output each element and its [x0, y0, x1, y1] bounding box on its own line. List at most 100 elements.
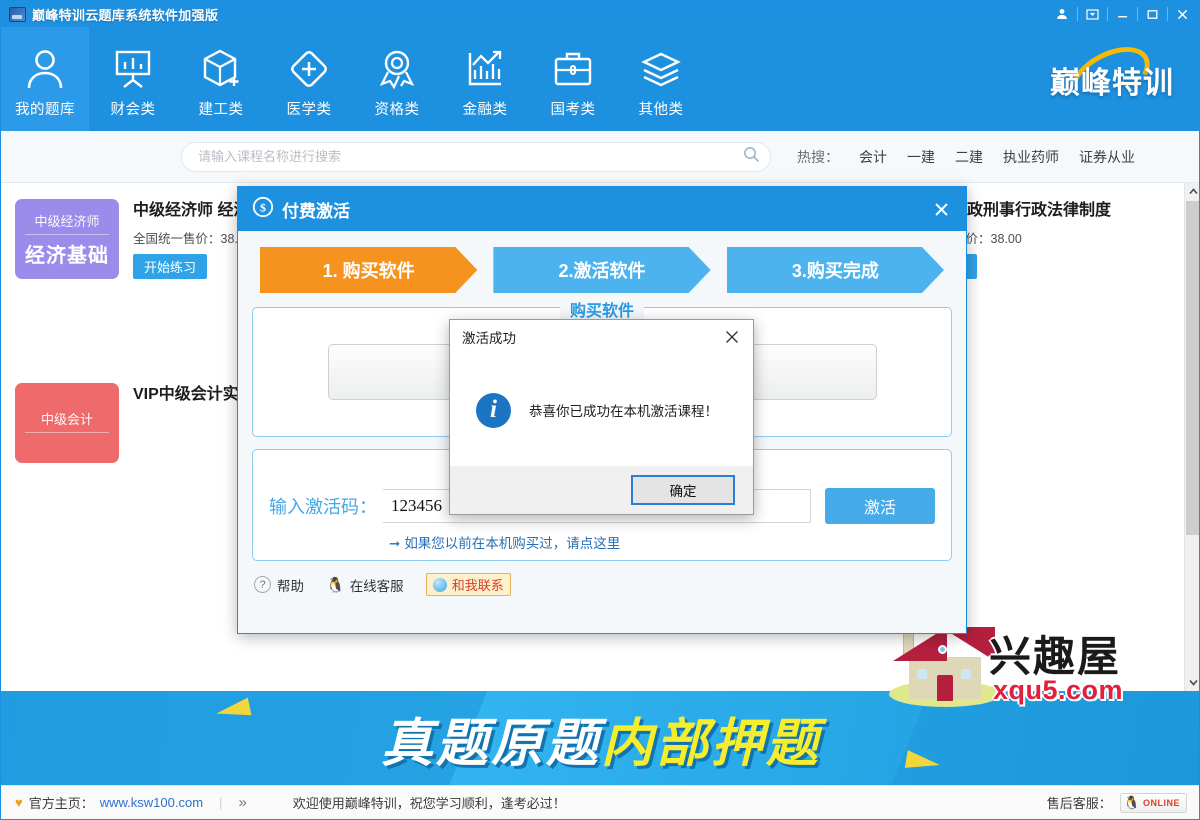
alert-title: 激活成功 [462, 331, 516, 346]
application-window: 巅峰特训云题库系统软件加强版 我的题库 财会类 建工类 医学类 资格类 金融类 … [0, 0, 1200, 820]
cube-plus-icon [198, 43, 244, 95]
vertical-scrollbar[interactable] [1184, 183, 1199, 691]
brand-text: 巅峰特训 [1050, 67, 1174, 100]
search-icon[interactable] [743, 146, 760, 168]
support-area: 售后客服： 🐧 ONLINE [1046, 792, 1187, 813]
course-thumbnail: 中级会计 [15, 383, 119, 463]
nav-item-accounting[interactable]: 财会类 [89, 27, 177, 131]
hot-search: 热搜： 会计 一建 二建 执业药师 证券从业 [797, 147, 1135, 167]
maximize-icon[interactable] [1137, 3, 1167, 25]
nav-item-medical[interactable]: 医学类 [265, 27, 353, 131]
nav-item-my-library[interactable]: 我的题库 [1, 27, 89, 131]
search-input[interactable] [198, 149, 743, 164]
app-logo-icon [9, 6, 26, 22]
search-box[interactable] [181, 141, 771, 172]
skin-icon[interactable] [1077, 3, 1107, 25]
hot-tag-3[interactable]: 执业药师 [1003, 147, 1059, 167]
main-navigation: 我的题库 财会类 建工类 医学类 资格类 金融类 国考类 其他类 巅峰特训 [1, 27, 1199, 131]
scrollbar-thumb[interactable] [1186, 201, 1199, 535]
nav-label: 我的题库 [15, 102, 75, 118]
step-1-purchase[interactable]: 1. 购买软件 [260, 247, 477, 293]
activation-code-label: 输入激活码： [269, 497, 377, 517]
chevron-up-icon[interactable] [1185, 183, 1199, 200]
alert-message: 恭喜你已成功在本机激活课程！ [529, 404, 718, 419]
help-button[interactable]: ? 帮助 [254, 575, 304, 595]
diamond-plus-icon [286, 43, 332, 95]
step-2-activate[interactable]: 2.激活软件 [493, 247, 710, 293]
dialog-title: 付费激活 [282, 201, 350, 221]
qq-penguin-icon: 🐧 [326, 576, 345, 594]
hot-tag-4[interactable]: 证券从业 [1079, 147, 1135, 167]
activate-button[interactable]: 激活 [825, 488, 935, 524]
nav-label: 国考类 [550, 102, 596, 118]
window-title: 巅峰特训云题库系统软件加强版 [32, 7, 219, 23]
ok-button[interactable]: 确定 [631, 475, 735, 505]
contact-me-badge[interactable]: 和我联系 [425, 573, 511, 596]
alert-footer: 确定 [450, 466, 753, 514]
person-icon [22, 43, 68, 95]
briefcase-icon [550, 43, 596, 95]
start-practice-button[interactable]: 开始练习 [133, 254, 207, 279]
question-circle-icon: ? [254, 576, 271, 593]
arrow-right-icon: ➞ [389, 536, 401, 551]
hot-tag-1[interactable]: 一建 [907, 147, 935, 167]
banner-text-white: 真题原题 [380, 714, 601, 773]
support-label: 售后客服： [1046, 796, 1112, 811]
search-bar-row: 热搜： 会计 一建 二建 执业药师 证券从业 [1, 131, 1199, 183]
course-tag-main: 经济基础 [25, 244, 109, 267]
support-badge-text: ONLINE [1142, 797, 1180, 808]
nav-label: 资格类 [374, 102, 420, 118]
course-tag-top: 中级经济师 [34, 213, 100, 229]
home-label: 官方主页： [28, 796, 94, 811]
title-bar: 巅峰特训云题库系统软件加强版 [1, 1, 1199, 27]
watermark-site: xqu5.com [993, 675, 1124, 705]
home-url-link[interactable]: www.ksw100.com [100, 795, 203, 810]
user-icon[interactable] [1047, 3, 1077, 25]
banner-text-yellow: 内部押题 [601, 714, 822, 773]
qq-ball-icon [432, 577, 447, 592]
heart-icon: ♥ [15, 795, 23, 810]
purchase-panel-legend: 购买软件 [559, 297, 645, 321]
watermark-window [959, 667, 973, 681]
step-label: 2.激活软件 [558, 261, 646, 281]
hot-tag-0[interactable]: 会计 [859, 147, 887, 167]
alert-title-bar: 激活成功 [450, 320, 753, 354]
close-icon[interactable] [715, 322, 749, 352]
status-message: 欢迎使用巅峰特训，祝您学习顺利，逢考必过！ [292, 796, 566, 811]
course-thumbnail: 中级经济师 经济基础 [15, 199, 119, 279]
nav-label: 财会类 [110, 102, 156, 118]
qq-penguin-icon: 🐧 [1123, 794, 1140, 810]
nav-label: 医学类 [286, 102, 332, 118]
hot-search-label: 热搜： [797, 148, 839, 165]
nav-item-others[interactable]: 其他类 [617, 27, 705, 131]
nav-item-finance[interactable]: 金融类 [441, 27, 529, 131]
nav-item-construction[interactable]: 建工类 [177, 27, 265, 131]
hot-tag-2[interactable]: 二建 [955, 147, 983, 167]
step-label: 3.购买完成 [791, 261, 879, 281]
nav-item-qualification[interactable]: 资格类 [353, 27, 441, 131]
step-3-complete[interactable]: 3.购买完成 [727, 247, 944, 293]
step-indicator: 1. 购买软件 2.激活软件 3.购买完成 [238, 231, 966, 295]
previous-purchase-link[interactable]: ➞ 如果您以前在本机购买过，请点这里 [389, 532, 935, 552]
award-ribbon-icon [374, 43, 420, 95]
success-alert-dialog: 激活成功 i 恭喜你已成功在本机激活课程！ 确定 [449, 319, 754, 515]
brand-logo: 巅峰特训 [1037, 34, 1187, 120]
minimize-icon[interactable] [1107, 3, 1137, 25]
window-controls [1047, 1, 1197, 27]
course-tag-top: 中级会计 [40, 412, 93, 427]
info-circle-icon: i [476, 392, 511, 428]
layers-icon [638, 43, 684, 95]
dollar-circle-icon: $ [252, 196, 274, 223]
nav-item-civil-service[interactable]: 国考类 [529, 27, 617, 131]
watermark: 兴趣屋 xqu5.com [881, 619, 1181, 719]
qq-online-badge[interactable]: 🐧 ONLINE [1119, 792, 1187, 813]
close-icon[interactable] [1167, 3, 1197, 25]
dialog-title-bar: $ 付费激活 [238, 187, 966, 231]
online-service-button[interactable]: 🐧 在线客服 [326, 575, 404, 595]
dialog-footer: ? 帮助 🐧 在线客服 和我联系 [238, 561, 966, 596]
watermark-door [937, 675, 953, 701]
chevron-down-icon[interactable] [1185, 674, 1199, 691]
chevron-double-right-icon[interactable]: » [238, 794, 246, 811]
close-icon[interactable] [926, 194, 956, 224]
svg-text:$: $ [260, 200, 266, 214]
